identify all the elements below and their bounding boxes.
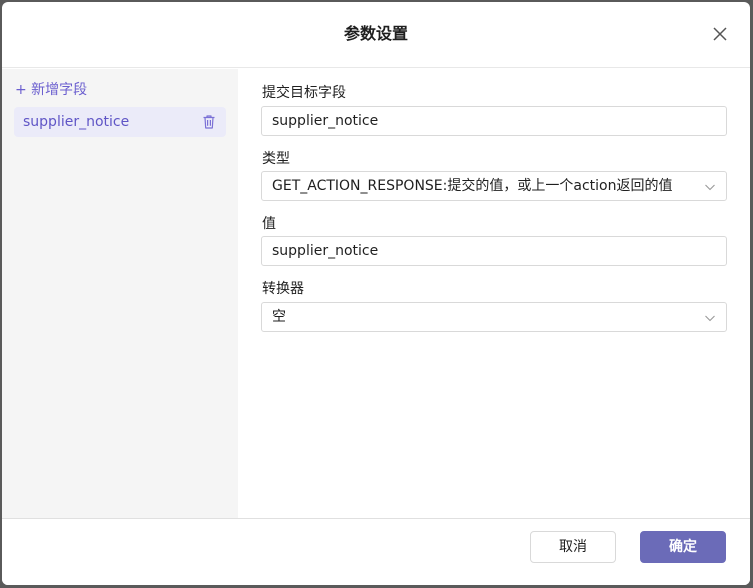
value-input[interactable]: supplier_notice [261,236,727,266]
trash-icon [203,115,215,129]
converter-label: 转换器 [262,281,304,297]
sidebar-item-label: supplier_notice [23,114,130,130]
cancel-button[interactable]: 取消 [530,531,616,563]
parameter-settings-dialog: 参数设置 + 新增字段 supplier_notice 提交目标字段 suppl… [2,2,750,585]
close-icon [713,27,727,41]
dialog-header: 参数设置 [2,2,750,68]
type-select-value: GET_ACTION_RESPONSE:提交的值，或上一个action返回的值 [272,178,673,194]
type-select[interactable]: GET_ACTION_RESPONSE:提交的值，或上一个action返回的值 [261,171,727,201]
confirm-button[interactable]: 确定 [640,531,726,563]
value-label: 值 [262,216,276,232]
converter-select[interactable]: 空 [261,302,727,332]
target-field-label: 提交目标字段 [262,85,346,101]
dialog-footer: 取消 确定 [2,518,750,585]
field-sidebar: + 新增字段 supplier_notice [2,69,238,518]
dialog-title: 参数设置 [343,24,408,43]
delete-field-button[interactable] [201,114,217,130]
add-field-button[interactable]: + 新增字段 [15,80,87,100]
sidebar-item-supplier-notice[interactable]: supplier_notice [14,107,226,137]
chevron-down-icon [705,315,715,322]
type-label: 类型 [262,151,290,167]
chevron-down-icon [705,184,715,191]
converter-select-value: 空 [272,309,286,325]
target-field-input[interactable]: supplier_notice [261,106,727,136]
field-form: 提交目标字段 supplier_notice 类型 GET_ACTION_RES… [238,69,750,518]
close-button[interactable] [708,22,732,46]
